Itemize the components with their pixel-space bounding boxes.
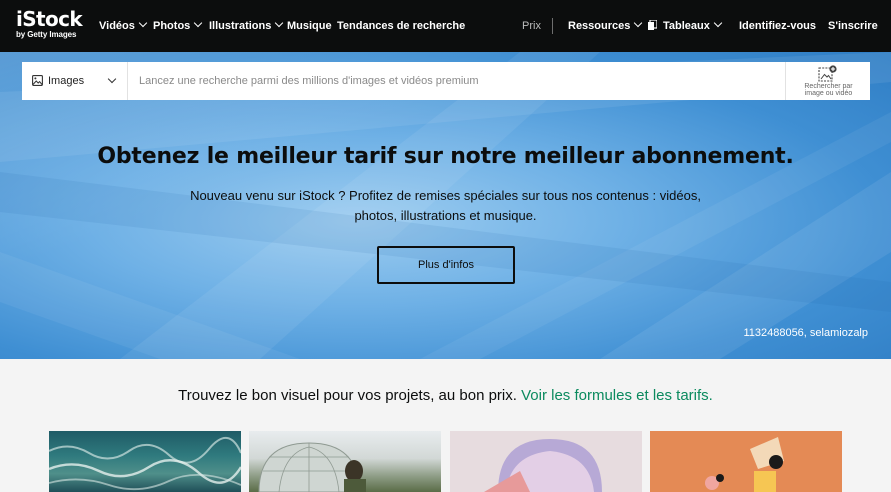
thumbnail-4-art	[705, 437, 784, 492]
thumbnail-image-waves[interactable]	[49, 431, 241, 492]
hero-subtitle: Nouveau venu sur iStock ? Profitez de re…	[180, 186, 711, 226]
visual-search-label: Rechercher par image ou vidéo	[786, 83, 871, 97]
chevron-down-icon	[138, 18, 148, 28]
nav-photos[interactable]: Photos	[153, 0, 203, 52]
camera-search-icon	[818, 65, 837, 82]
more-info-button[interactable]: Plus d'infos	[377, 246, 515, 284]
thumbnail-image-greenhouse[interactable]	[249, 431, 441, 492]
nav-login-label: Identifiez-vous	[739, 20, 817, 32]
image-icon	[32, 75, 43, 86]
nav-illustrations[interactable]: Illustrations	[209, 0, 284, 52]
chevron-down-icon	[275, 18, 284, 28]
promo-text-main: Trouvez le bon visuel pour vos projets, …	[178, 387, 517, 404]
chevron-down-icon	[634, 18, 643, 28]
thumbnail-1-art	[49, 437, 241, 491]
nav-tendances[interactable]: Tendances de recherche	[337, 0, 465, 52]
promo-text: Trouvez le bon visuel pour vos projets, …	[0, 387, 891, 404]
hero-subtitle-line2: photos, illustrations et musique.	[354, 208, 537, 223]
nav-login[interactable]: Identifiez-vous	[739, 0, 816, 52]
nav-ressources-label: Ressources	[568, 20, 631, 32]
istock-logo[interactable]: iStock by Getty Images	[16, 9, 88, 43]
nav-signup[interactable]: S'inscrire	[828, 0, 878, 52]
search-input[interactable]	[139, 62, 779, 100]
nav-musique[interactable]: Musique	[287, 0, 332, 52]
nav-prix-label: Prix	[522, 20, 541, 32]
nav-ressources[interactable]: Ressources	[568, 0, 643, 52]
pricing-link[interactable]: Voir les formules et les tarifs.	[521, 387, 713, 404]
nav-illustrations-label: Illustrations	[209, 20, 272, 32]
thumbnail-image-illustration[interactable]	[650, 431, 842, 492]
logo-tagline: by Getty Images	[16, 30, 77, 39]
search-type-select[interactable]: Images	[22, 62, 128, 100]
visual-search-label-line2: image ou vidéo	[804, 90, 853, 97]
nav-divider	[552, 18, 553, 34]
thumbnail-2-art	[258, 442, 366, 492]
thumbnail-3-art	[484, 439, 602, 492]
nav-videos-label: Vidéos	[99, 20, 135, 32]
top-nav: iStock by Getty Images Vidéos Photos Ill…	[0, 0, 891, 52]
nav-tendances-label: Tendances de recherche	[337, 20, 466, 32]
hero-subtitle-line1: Nouveau venu sur iStock ? Profitez de re…	[190, 188, 701, 203]
hero-banner: Images Rechercher par image ou vidéo Obt…	[0, 52, 891, 359]
thumbnail-image-dome[interactable]	[450, 431, 642, 492]
nav-tableaux-label: Tableaux	[663, 20, 710, 32]
search-bar: Images Rechercher par image ou vidéo	[22, 62, 870, 100]
visual-search-label-line1: Rechercher par	[804, 83, 853, 90]
hero-title: Obtenez le meilleur tarif sur notre meil…	[97, 144, 794, 169]
nav-photos-label: Photos	[153, 20, 191, 32]
nav-signup-label: S'inscrire	[828, 20, 878, 32]
chevron-down-icon	[713, 18, 723, 28]
chevron-down-icon	[107, 74, 117, 84]
nav-musique-label: Musique	[287, 20, 332, 32]
nav-tableaux[interactable]: Tableaux	[648, 0, 723, 52]
boards-icon	[648, 20, 657, 30]
logo-wordmark: iStock	[16, 7, 83, 31]
search-type-label: Images	[48, 75, 85, 87]
nav-videos[interactable]: Vidéos	[99, 0, 148, 52]
visual-search-button[interactable]: Rechercher par image ou vidéo	[785, 62, 870, 100]
image-credit: 1132488056, selamiozalp	[743, 327, 868, 339]
nav-prix[interactable]: Prix	[522, 0, 541, 52]
chevron-down-icon	[194, 18, 203, 28]
